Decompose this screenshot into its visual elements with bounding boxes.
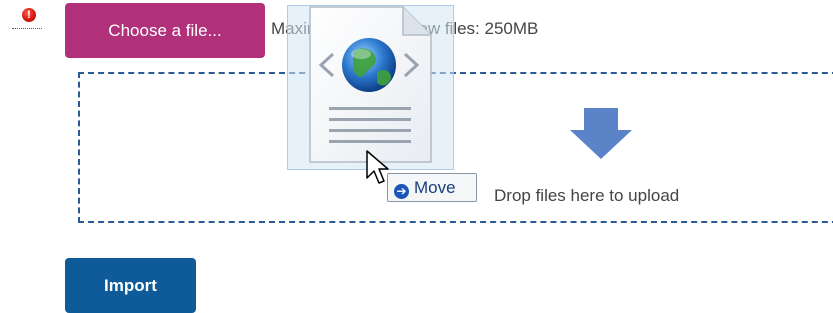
import-button[interactable]: Import [65, 258, 196, 313]
file-upload-form: ! Choose a file... Maximum size for new … [0, 0, 833, 313]
error-indicator-underline [12, 28, 42, 29]
exclamation-circle-icon: ! [22, 8, 36, 22]
drag-effect-tooltip: ➔ Move [387, 173, 477, 202]
choose-file-button[interactable]: Choose a file... [65, 3, 265, 58]
drop-files-text: Drop files here to upload [494, 186, 680, 205]
drag-effect-label: Move [414, 178, 456, 197]
html-file-icon [309, 6, 432, 163]
move-arrow-icon: ➔ [394, 184, 409, 199]
mouse-pointer-icon [366, 150, 389, 184]
arrow-down-icon [570, 108, 632, 159]
